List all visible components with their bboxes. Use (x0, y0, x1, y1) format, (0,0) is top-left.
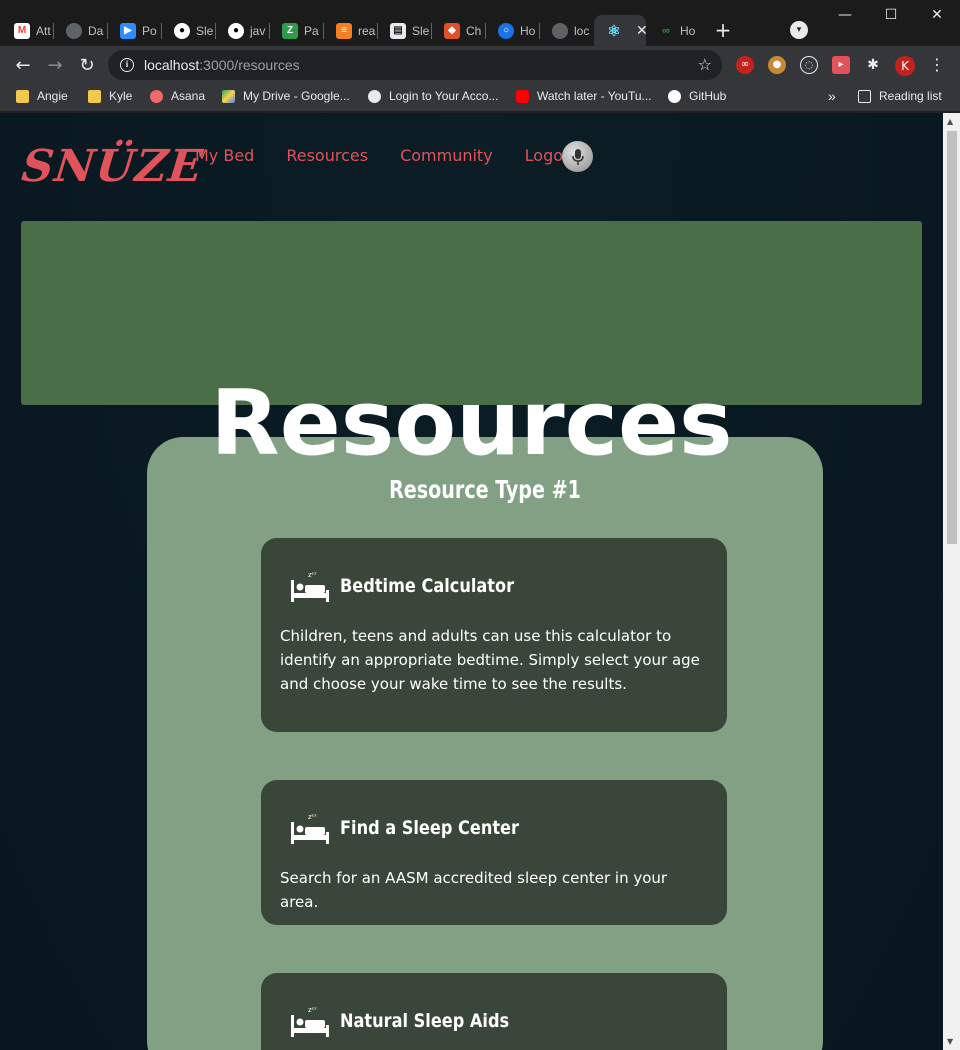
svg-text:zᶻᶻ: zᶻᶻ (308, 813, 317, 821)
tab-ho[interactable]: ○ Ho (486, 15, 540, 46)
bookmark-angie[interactable]: Angie (16, 89, 68, 103)
bookmarks-overflow-button[interactable]: » (828, 88, 836, 104)
extension-icon[interactable]: ◌ (800, 56, 818, 74)
react-icon: ⚛ (607, 22, 621, 40)
new-tab-button[interactable]: + (712, 18, 734, 42)
close-window-button[interactable]: ✕ (914, 0, 960, 30)
resource-card[interactable]: zᶻᶻ Bedtime Calculator Children, teens a… (261, 538, 727, 732)
page-viewport: SNÜZE My Bed Resources Community Logout … (0, 113, 943, 1050)
resource-title: Natural Sleep Aids (340, 1010, 510, 1032)
zb-icon: Z (282, 22, 298, 39)
tab-gmail[interactable]: M Att (2, 15, 54, 46)
tab-book[interactable]: ▤ Sle (378, 15, 432, 46)
forward-button[interactable]: → (44, 55, 66, 77)
cube-icon: ◆ (444, 22, 460, 39)
tab-stackoverflow[interactable]: ≡ rea (324, 15, 378, 46)
scroll-down-arrow[interactable]: ▼ (947, 1037, 953, 1046)
scroll-up-arrow[interactable]: ▲ (947, 117, 953, 126)
bookmark-asana[interactable]: Asana (150, 89, 205, 103)
cookie-extension-icon[interactable]: ● (768, 56, 786, 74)
microphone-icon (571, 148, 584, 165)
chrome-menu-icon[interactable]: ⋮ (928, 56, 946, 74)
svg-text:zᶻᶻ: zᶻᶻ (308, 571, 317, 579)
asana-icon (150, 89, 163, 103)
globe-icon (66, 22, 82, 39)
resource-description: Children, teens and adults can use this … (280, 627, 700, 693)
tab-ch[interactable]: ◆ Ch (432, 15, 486, 46)
sleeping-bed-icon: zᶻᶻ (291, 1006, 329, 1037)
globe-icon (368, 89, 381, 103)
close-tab-icon[interactable]: ✕ (636, 22, 646, 39)
tab-zoom[interactable]: ▶ Po (108, 15, 162, 46)
tab-active-react[interactable]: ⚛ ✕ (594, 15, 646, 46)
resource-title: Bedtime Calculator (340, 575, 515, 597)
resources-panel (147, 437, 823, 1050)
folder-icon (88, 89, 101, 103)
tab-gg[interactable]: ∞ Ho (646, 15, 700, 46)
resource-title: Find a Sleep Center (340, 817, 519, 839)
tab-pa[interactable]: Z Pa (270, 15, 324, 46)
back-button[interactable]: ← (12, 55, 34, 77)
tab-strip: M Att Da ▶ Po ● Sle ● jav Z Pa ≡ rea ▤ S… (0, 0, 960, 46)
lastpass-extension-icon[interactable]: ∞ (736, 56, 754, 74)
microphone-button[interactable] (562, 141, 593, 172)
page-scrollbar[interactable]: ▲ ▼ (943, 113, 960, 1050)
tab-search-button[interactable]: ▾ (790, 21, 808, 39)
sleeping-bed-icon: zᶻᶻ (291, 813, 329, 844)
site-logo[interactable]: SNÜZE (19, 141, 205, 192)
github-icon: ● (228, 22, 244, 39)
url-text: localhost:3000/resources (144, 57, 300, 73)
maximize-button[interactable]: ☐ (868, 0, 914, 30)
extensions-puzzle-icon[interactable]: ✱ (864, 56, 882, 74)
youtube-icon (516, 89, 529, 103)
reading-list-button[interactable]: Reading list (858, 89, 942, 103)
site-info-icon[interactable]: i (120, 58, 134, 72)
reload-button[interactable]: ↻ (76, 55, 98, 77)
bookmark-kyle[interactable]: Kyle (88, 89, 132, 103)
github-icon (668, 89, 681, 103)
nav-resources[interactable]: Resources (286, 146, 368, 165)
gmail-icon: M (14, 22, 30, 39)
nav-my-bed[interactable]: My Bed (195, 146, 254, 165)
resource-card[interactable]: zᶻᶻ Find a Sleep Center Search for an AA… (261, 780, 727, 925)
stackoverflow-icon: ≡ (336, 22, 352, 39)
resource-card[interactable]: zᶻᶻ Natural Sleep Aids (261, 973, 727, 1050)
resource-description: Search for an AASM accredited sleep cent… (280, 869, 668, 911)
folder-icon (16, 89, 29, 103)
book-icon: ▤ (390, 22, 406, 39)
bookmark-youtube[interactable]: Watch later - YouTu... (516, 89, 652, 103)
badge-extension-icon[interactable]: ▸ (832, 56, 850, 74)
minimize-button[interactable]: — (822, 0, 868, 30)
bookmarks-bar: Angie Kyle Asana My Drive - Google... Lo… (0, 84, 960, 112)
sleeping-bed-icon: zᶻᶻ (291, 571, 329, 602)
drive-icon (222, 89, 235, 103)
gg-icon: ∞ (662, 24, 670, 37)
profile-avatar[interactable]: K (895, 56, 915, 76)
spinner-icon: ○ (498, 22, 514, 39)
main-nav: My Bed Resources Community Logout (195, 146, 611, 165)
globe-icon (552, 22, 568, 39)
address-bar[interactable]: i localhost:3000/resources ☆ (108, 50, 722, 80)
bookmark-login[interactable]: Login to Your Acco... (368, 89, 498, 103)
nav-community[interactable]: Community (400, 146, 493, 165)
bookmark-github[interactable]: GitHub (668, 89, 726, 103)
svg-text:zᶻᶻ: zᶻᶻ (308, 1006, 317, 1014)
page-title: Resources (210, 371, 733, 476)
tab-loc[interactable]: loc (540, 15, 594, 46)
tab-da[interactable]: Da (54, 15, 108, 46)
tab-github-2[interactable]: ● jav (216, 15, 270, 46)
zoom-icon: ▶ (120, 22, 136, 39)
github-icon: ● (174, 22, 190, 39)
bookmark-drive[interactable]: My Drive - Google... (222, 89, 350, 103)
section-title: Resource Type #1 (389, 475, 581, 504)
bookmark-star-icon[interactable]: ☆ (698, 55, 712, 74)
reading-list-icon (858, 89, 871, 103)
scrollbar-thumb[interactable] (947, 131, 957, 544)
tab-github-1[interactable]: ● Sle (162, 15, 216, 46)
